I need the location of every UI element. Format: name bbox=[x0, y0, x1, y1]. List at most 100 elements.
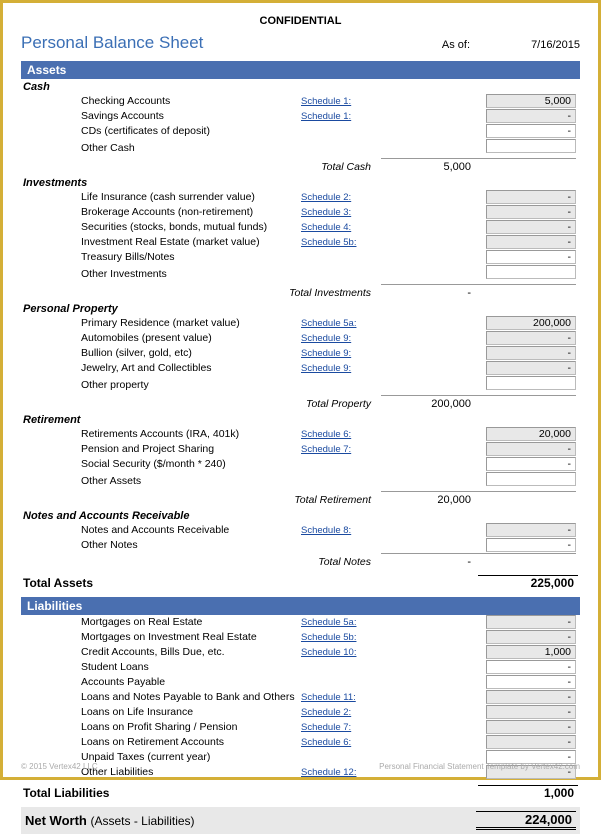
schedule-link[interactable]: Schedule 11: bbox=[301, 690, 381, 705]
line-item-value: 5,000 bbox=[381, 94, 580, 109]
line-item-label: Other Investments bbox=[21, 267, 301, 282]
schedule-link[interactable]: Schedule 7: bbox=[301, 720, 381, 735]
subtotal-label: Total Retirement bbox=[21, 494, 381, 506]
subtotal-row: Total Investments- bbox=[21, 285, 580, 301]
schedule-link[interactable]: Schedule 5a: bbox=[301, 615, 381, 630]
header-row: Personal Balance Sheet As of: 7/16/2015 bbox=[21, 33, 580, 53]
schedule-link[interactable]: Schedule 5b: bbox=[301, 630, 381, 645]
schedule-link[interactable]: Schedule 7: bbox=[301, 442, 381, 457]
line-item-label: Notes and Accounts Receivable bbox=[21, 523, 301, 538]
line-item-label: Other Assets bbox=[21, 474, 301, 489]
line-item-value: - bbox=[381, 220, 580, 235]
line-item-value: - bbox=[381, 705, 580, 720]
line-item-label: Brokerage Accounts (non-retirement) bbox=[21, 205, 301, 220]
line-item-row: Savings AccountsSchedule 1:- bbox=[21, 109, 580, 124]
subsection-investments: Investments bbox=[21, 175, 580, 190]
line-item-row: Primary Residence (market value)Schedule… bbox=[21, 316, 580, 331]
subtotal-label: Total Property bbox=[21, 398, 381, 410]
line-item-value: - bbox=[381, 538, 580, 553]
line-item-label: Loans on Life Insurance bbox=[21, 705, 301, 720]
line-item-row: Other Cash bbox=[21, 139, 580, 158]
schedule-link[interactable]: Schedule 3: bbox=[301, 205, 381, 220]
line-item-value: 200,000 bbox=[381, 316, 580, 331]
line-item-row: Other Assets bbox=[21, 472, 580, 491]
schedule-link[interactable]: Schedule 2: bbox=[301, 190, 381, 205]
line-item-value: - bbox=[381, 250, 580, 265]
subtotal-label: Total Cash bbox=[21, 161, 381, 173]
liabilities-header: Liabilities bbox=[21, 597, 580, 615]
subtotal-value: 200,000 bbox=[381, 398, 475, 410]
line-item-label: Mortgages on Investment Real Estate bbox=[21, 630, 301, 645]
line-item-row: Notes and Accounts ReceivableSchedule 8:… bbox=[21, 523, 580, 538]
subsection-retirement: Retirement bbox=[21, 412, 580, 427]
line-item-label: Securities (stocks, bonds, mutual funds) bbox=[21, 220, 301, 235]
schedule-link[interactable]: Schedule 9: bbox=[301, 361, 381, 376]
line-item-label: Life Insurance (cash surrender value) bbox=[21, 190, 301, 205]
line-item-row: Loans on Profit Sharing / PensionSchedul… bbox=[21, 720, 580, 735]
schedule-link[interactable]: Schedule 10: bbox=[301, 645, 381, 660]
line-item-value bbox=[381, 376, 580, 395]
line-item-row: Loans and Notes Payable to Bank and Othe… bbox=[21, 690, 580, 705]
schedule-link[interactable]: Schedule 4: bbox=[301, 220, 381, 235]
footer-right: Personal Financial Statement Template by… bbox=[379, 762, 580, 771]
line-item-value: - bbox=[381, 675, 580, 690]
subsection-property: Personal Property bbox=[21, 301, 580, 316]
footer-left: © 2015 Vertex42 LLC bbox=[21, 762, 98, 771]
schedule-link[interactable]: Schedule 9: bbox=[301, 331, 381, 346]
subtotal-label: Total Notes bbox=[21, 556, 381, 568]
subtotal-value: - bbox=[381, 556, 475, 568]
line-item-row: Other Investments bbox=[21, 265, 580, 284]
line-item-row: Pension and Project SharingSchedule 7:- bbox=[21, 442, 580, 457]
line-item-row: Other property bbox=[21, 376, 580, 395]
line-item-label: Automobiles (present value) bbox=[21, 331, 301, 346]
line-item-label: Loans and Notes Payable to Bank and Othe… bbox=[21, 690, 301, 705]
line-item-value: - bbox=[381, 690, 580, 705]
line-item-label: CDs (certificates of deposit) bbox=[21, 124, 301, 139]
line-item-value: - bbox=[381, 361, 580, 376]
line-item-value: 20,000 bbox=[381, 427, 580, 442]
line-item-label: Other property bbox=[21, 378, 301, 393]
line-item-row: Retirements Accounts (IRA, 401k)Schedule… bbox=[21, 427, 580, 442]
confidential-label: CONFIDENTIAL bbox=[21, 15, 580, 27]
schedule-link[interactable]: Schedule 6: bbox=[301, 427, 381, 442]
schedule-link[interactable]: Schedule 6: bbox=[301, 735, 381, 750]
line-item-label: Loans on Retirement Accounts bbox=[21, 735, 301, 750]
line-item-row: Jewelry, Art and CollectiblesSchedule 9:… bbox=[21, 361, 580, 376]
line-item-row: Mortgages on Investment Real EstateSched… bbox=[21, 630, 580, 645]
total-assets-label: Total Assets bbox=[23, 576, 478, 590]
line-item-label: Student Loans bbox=[21, 660, 301, 675]
total-assets-value: 225,000 bbox=[478, 575, 578, 590]
line-item-value: - bbox=[381, 109, 580, 124]
line-item-value: - bbox=[381, 235, 580, 250]
line-item-value: - bbox=[381, 205, 580, 220]
line-item-value: - bbox=[381, 630, 580, 645]
line-item-label: Other Notes bbox=[21, 538, 301, 553]
total-assets-row: Total Assets 225,000 bbox=[21, 572, 580, 593]
line-item-value: - bbox=[381, 124, 580, 139]
schedule-link[interactable]: Schedule 8: bbox=[301, 523, 381, 538]
line-item-row: Checking AccountsSchedule 1:5,000 bbox=[21, 94, 580, 109]
networth-row: Net Worth (Assets - Liabilities) 224,000 bbox=[21, 807, 580, 834]
line-item-label: Investment Real Estate (market value) bbox=[21, 235, 301, 250]
line-item-value: - bbox=[381, 660, 580, 675]
line-item-value: - bbox=[381, 457, 580, 472]
line-item-value: - bbox=[381, 190, 580, 205]
schedule-link[interactable]: Schedule 1: bbox=[301, 109, 381, 124]
line-item-row: Student Loans - bbox=[21, 660, 580, 675]
schedule-link[interactable]: Schedule 5a: bbox=[301, 316, 381, 331]
line-item-row: Treasury Bills/Notes- bbox=[21, 250, 580, 265]
schedule-link[interactable]: Schedule 2: bbox=[301, 705, 381, 720]
line-item-row: Loans on Retirement AccountsSchedule 6:- bbox=[21, 735, 580, 750]
schedule-link[interactable]: Schedule 1: bbox=[301, 94, 381, 109]
line-item-row: CDs (certificates of deposit) - bbox=[21, 124, 580, 139]
subtotal-value: 20,000 bbox=[381, 494, 475, 506]
line-item-row: Bullion (silver, gold, etc)Schedule 9:- bbox=[21, 346, 580, 361]
networth-label: Net Worth (Assets - Liabilities) bbox=[25, 813, 476, 828]
schedule-link[interactable]: Schedule 9: bbox=[301, 346, 381, 361]
schedule-link[interactable]: Schedule 5b: bbox=[301, 235, 381, 250]
line-item-label: Retirements Accounts (IRA, 401k) bbox=[21, 427, 301, 442]
subtotal-row: Total Notes- bbox=[21, 554, 580, 570]
footer: © 2015 Vertex42 LLC Personal Financial S… bbox=[21, 762, 580, 771]
line-item-row: Securities (stocks, bonds, mutual funds)… bbox=[21, 220, 580, 235]
networth-value: 224,000 bbox=[476, 811, 576, 830]
